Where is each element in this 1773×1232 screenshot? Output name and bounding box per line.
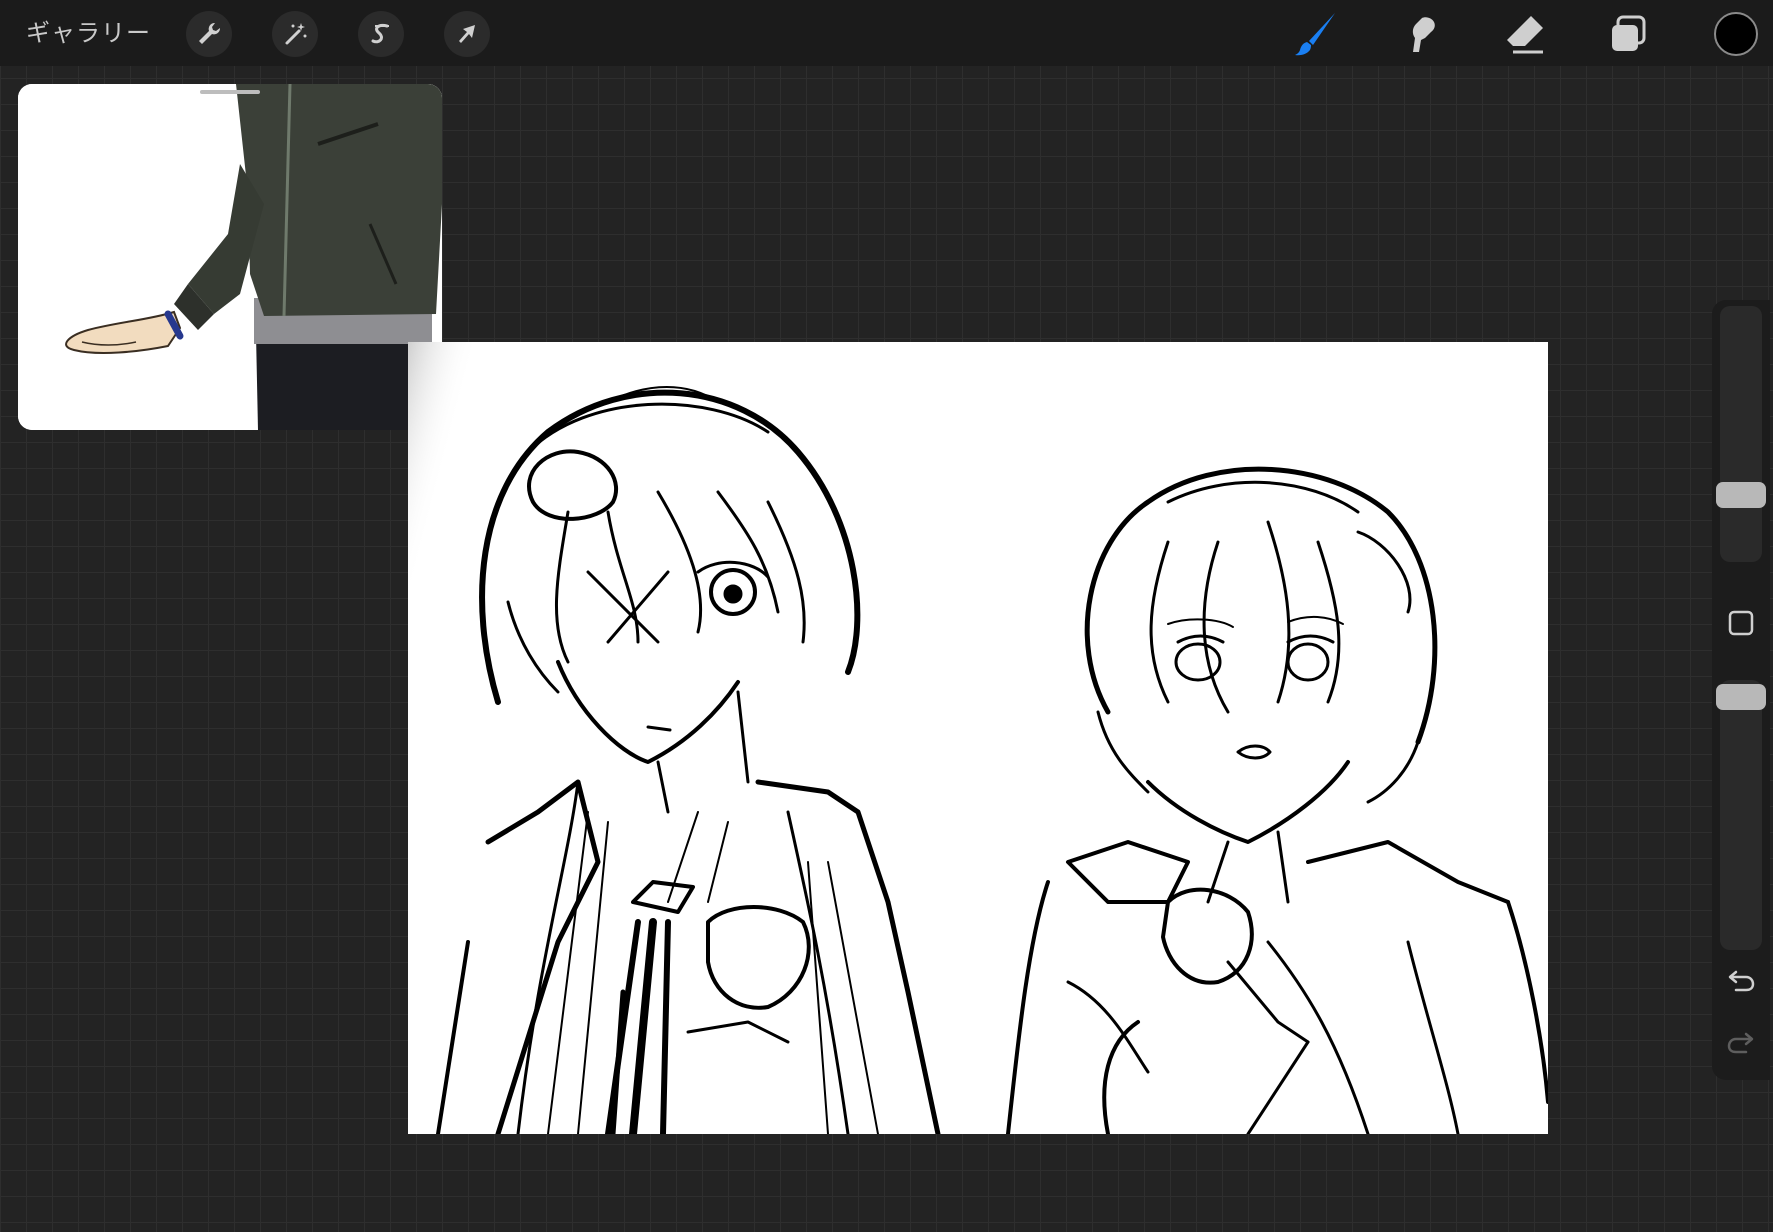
undo-button[interactable]	[1726, 964, 1756, 994]
transform-button[interactable]	[444, 11, 490, 57]
undo-icon	[1728, 970, 1755, 992]
wrench-icon	[199, 22, 221, 44]
sketch-artwork	[408, 342, 1548, 1134]
eraser-button[interactable]	[1500, 9, 1550, 59]
smudge-icon	[1412, 17, 1435, 52]
gallery-button[interactable]: ギャラリー	[26, 14, 151, 52]
brush-icon	[1295, 13, 1335, 56]
layers-button[interactable]	[1604, 9, 1654, 59]
selection-icon	[371, 24, 389, 44]
opacity-thumb[interactable]	[1716, 684, 1766, 710]
redo-button[interactable]	[1726, 1026, 1756, 1056]
magic-wand-icon	[285, 23, 307, 45]
reference-window[interactable]	[18, 84, 442, 430]
drawing-canvas[interactable]	[408, 342, 1548, 1134]
top-toolbar: ギャラリー	[0, 0, 1773, 66]
layers-icon	[1612, 15, 1646, 51]
brush-size-slider[interactable]	[1716, 306, 1766, 562]
brush-button[interactable]	[1291, 9, 1341, 59]
color-picker-button[interactable]	[1714, 12, 1758, 56]
reference-drag-handle[interactable]	[200, 90, 260, 94]
eraser-icon	[1507, 16, 1543, 54]
actions-button[interactable]	[186, 11, 232, 57]
modify-button[interactable]	[1726, 608, 1756, 638]
selection-button[interactable]	[358, 11, 404, 57]
opacity-slider[interactable]	[1716, 680, 1766, 950]
brush-size-thumb[interactable]	[1716, 482, 1766, 508]
modify-square-icon	[1728, 610, 1754, 636]
transform-arrow-icon	[459, 25, 475, 43]
smudge-button[interactable]	[1396, 9, 1446, 59]
side-bar	[1712, 300, 1770, 1080]
adjustments-button[interactable]	[272, 11, 318, 57]
redo-icon	[1727, 1032, 1754, 1054]
reference-image	[18, 84, 442, 430]
